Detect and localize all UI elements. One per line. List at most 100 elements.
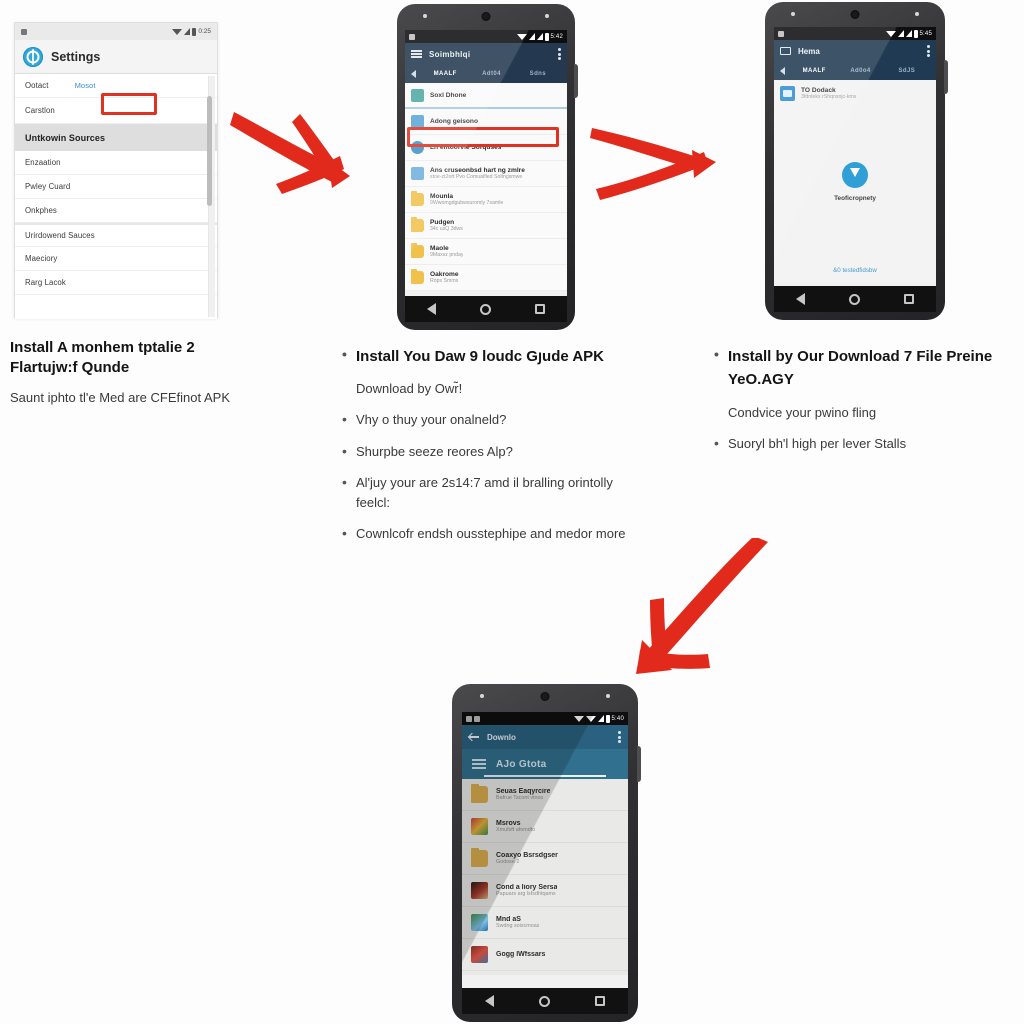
folder-icon bbox=[411, 243, 424, 258]
download-arrow-icon[interactable] bbox=[842, 162, 868, 188]
scrollbar-thumb[interactable] bbox=[207, 96, 212, 206]
settings-row-carstlon[interactable]: Carstlon bbox=[15, 98, 217, 124]
nav-home-icon[interactable] bbox=[538, 995, 550, 1007]
file-row[interactable]: Oakrome Rops Smms bbox=[405, 265, 567, 291]
signal-icon bbox=[897, 30, 904, 37]
caption-2-item: Download by Owr̃! bbox=[356, 381, 463, 397]
front-camera-icon bbox=[480, 694, 484, 698]
settings-row-pwley-cuard[interactable]: Pwley Cuard bbox=[15, 175, 217, 199]
app-bar: Downlo bbox=[462, 725, 628, 749]
phone3-nav-bar[interactable] bbox=[774, 286, 936, 312]
settings-row-unknown-sources[interactable]: Untkowin Sources bbox=[15, 124, 217, 151]
file-icon bbox=[780, 86, 795, 101]
scrollbar-track[interactable] bbox=[207, 76, 215, 317]
settings-header: Settings bbox=[15, 40, 217, 74]
nav-recents-icon[interactable] bbox=[904, 294, 914, 304]
arrow-left-icon[interactable] bbox=[469, 732, 479, 742]
tab-sdjs[interactable]: SdJS bbox=[884, 68, 930, 74]
phone4-screen: 5:40 Downlo AJo Gtota Seuas Eaqyrcire Ba… bbox=[462, 712, 628, 992]
nav-back-icon[interactable] bbox=[484, 995, 494, 1007]
row-label: Urirdowend Sauces bbox=[25, 231, 95, 240]
app-row[interactable]: Coaxyo Bsrsdgser Godose 2 bbox=[462, 843, 628, 875]
notification-icon bbox=[409, 33, 415, 40]
row-value[interactable]: Mosot bbox=[75, 81, 96, 90]
tab-ad0o4[interactable]: Ad0o4 bbox=[837, 68, 883, 74]
kebab-menu-icon[interactable] bbox=[927, 44, 930, 58]
chevron-left-icon[interactable] bbox=[411, 70, 416, 78]
status-left-group bbox=[409, 33, 415, 40]
file-row[interactable]: Maole 9Maxsz pnday bbox=[405, 239, 567, 265]
tab-adt04[interactable]: Adt04 bbox=[468, 71, 514, 77]
app-row[interactable]: Msrovs Xmufsft afomdto bbox=[462, 811, 628, 843]
row-label: Onkphes bbox=[25, 206, 57, 215]
nav-back-icon[interactable] bbox=[796, 293, 805, 305]
app-row[interactable]: Gogg lWfssars bbox=[462, 939, 628, 971]
file-list[interactable]: Soxl Dhone Adong geisono Ln ehtoorvie So… bbox=[405, 83, 567, 291]
download-file-row[interactable]: TO Dodack 3fdnteks rShqnsnjc-kms bbox=[780, 86, 930, 101]
file-title: Adong geisono bbox=[430, 118, 478, 125]
tab-maalf[interactable]: MAALF bbox=[791, 68, 837, 74]
settings-row-rarg-lacok[interactable]: Rarg Lacok bbox=[15, 271, 217, 295]
mail-icon[interactable] bbox=[780, 47, 791, 55]
app-row[interactable]: Cond a liory Sersa Papuars arg lsfsdhtqa… bbox=[462, 875, 628, 907]
notification-icon bbox=[466, 715, 472, 722]
phone2-status-bar: 5:42 bbox=[405, 30, 567, 43]
arrow-step3-to-step4 bbox=[636, 538, 768, 674]
power-button[interactable] bbox=[637, 746, 641, 782]
settings-list[interactable]: Ootact Mosot Carstlon Untkowin Sources E… bbox=[15, 74, 217, 319]
power-button[interactable] bbox=[574, 64, 578, 98]
download-file-subtitle: 3fdnteks rShqnsnjc-kms bbox=[801, 94, 857, 100]
nav-home-icon[interactable] bbox=[849, 293, 860, 305]
app-title: Seuas Eaqyrcire bbox=[496, 788, 551, 795]
tab-maalf[interactable]: MAALF bbox=[422, 71, 468, 77]
kebab-menu-icon[interactable] bbox=[618, 730, 621, 744]
kebab-menu-icon[interactable] bbox=[558, 47, 561, 61]
file-row[interactable]: Pudgen 34c usQ 3dws bbox=[405, 213, 567, 239]
app-row[interactable]: Seuas Eaqyrcire Bafrue Tscont vtnos bbox=[462, 779, 628, 811]
chevron-left-icon[interactable] bbox=[780, 67, 785, 75]
device-icon bbox=[411, 88, 424, 102]
wifi-icon bbox=[573, 715, 584, 722]
phone2-nav-bar[interactable] bbox=[405, 296, 567, 322]
sd-icon bbox=[411, 167, 424, 180]
status-clock: 5:45 bbox=[919, 30, 932, 37]
settings-row-enzaation[interactable]: Enzaation bbox=[15, 151, 217, 175]
nav-back-icon[interactable] bbox=[427, 303, 436, 315]
download-footer-link[interactable]: &0 testedfidsbw bbox=[774, 267, 936, 274]
folder-icon bbox=[471, 783, 488, 803]
highlight-box-unknown-sources bbox=[407, 127, 559, 147]
hamburger-icon[interactable] bbox=[411, 50, 422, 58]
settings-row-memory[interactable]: Maeciory bbox=[15, 247, 217, 271]
tab-bar[interactable]: MAALF Adt04 Sdns bbox=[405, 65, 567, 83]
row-label: Untkowin Sources bbox=[25, 132, 106, 143]
search-field[interactable]: AJo Gtota bbox=[462, 749, 628, 779]
status-right-group: 5:40 bbox=[573, 714, 624, 723]
app-list[interactable]: Seuas Eaqyrcire Bafrue Tscont vtnos Msro… bbox=[462, 779, 628, 975]
tab-bar[interactable]: MAALF Ad0o4 SdJS bbox=[774, 62, 936, 80]
infographic-canvas: 0:25 Settings Ootact Mosot Carstlon Untk… bbox=[0, 0, 1024, 1024]
file-row[interactable]: Mounla 9Wwomgdgubwsuromly 7samle bbox=[405, 187, 567, 213]
file-subtitle: Rops Smms bbox=[430, 278, 459, 284]
folder-icon bbox=[471, 847, 488, 867]
nav-recents-icon[interactable] bbox=[535, 304, 545, 314]
file-row[interactable]: Soxl Dhone bbox=[405, 83, 567, 109]
battery-icon bbox=[192, 27, 197, 36]
phone4-nav-bar[interactable] bbox=[462, 988, 628, 1014]
search-query[interactable]: AJo Gtota bbox=[496, 759, 546, 770]
file-title: Pudgen bbox=[430, 219, 455, 226]
nav-home-icon[interactable] bbox=[480, 303, 491, 315]
wifi-icon bbox=[516, 33, 527, 40]
status-right-group: 5:45 bbox=[885, 29, 932, 38]
settings-row-detect[interactable]: Ootact Mosot bbox=[15, 74, 217, 98]
caption-2-item: Al'juy your are 2s14:7 amd il bralling o… bbox=[340, 472, 630, 513]
power-button[interactable] bbox=[944, 60, 948, 94]
file-row[interactable]: Ans cruseonbsd hart ng zmlre stoe-zt2ort… bbox=[405, 161, 567, 187]
app-row[interactable]: Mnd aS Swdng soiscmoas bbox=[462, 907, 628, 939]
folder-icon bbox=[411, 217, 424, 232]
settings-row-urirdowend-sauces[interactable]: Urirdowend Sauces bbox=[15, 223, 217, 247]
download-action[interactable]: Teoficropnety bbox=[774, 162, 936, 202]
settings-row-onkphes[interactable]: Onkphes bbox=[15, 199, 217, 223]
tab-sdns[interactable]: Sdns bbox=[515, 71, 561, 77]
nav-recents-icon[interactable] bbox=[595, 996, 606, 1006]
hamburger-icon[interactable] bbox=[472, 758, 486, 770]
